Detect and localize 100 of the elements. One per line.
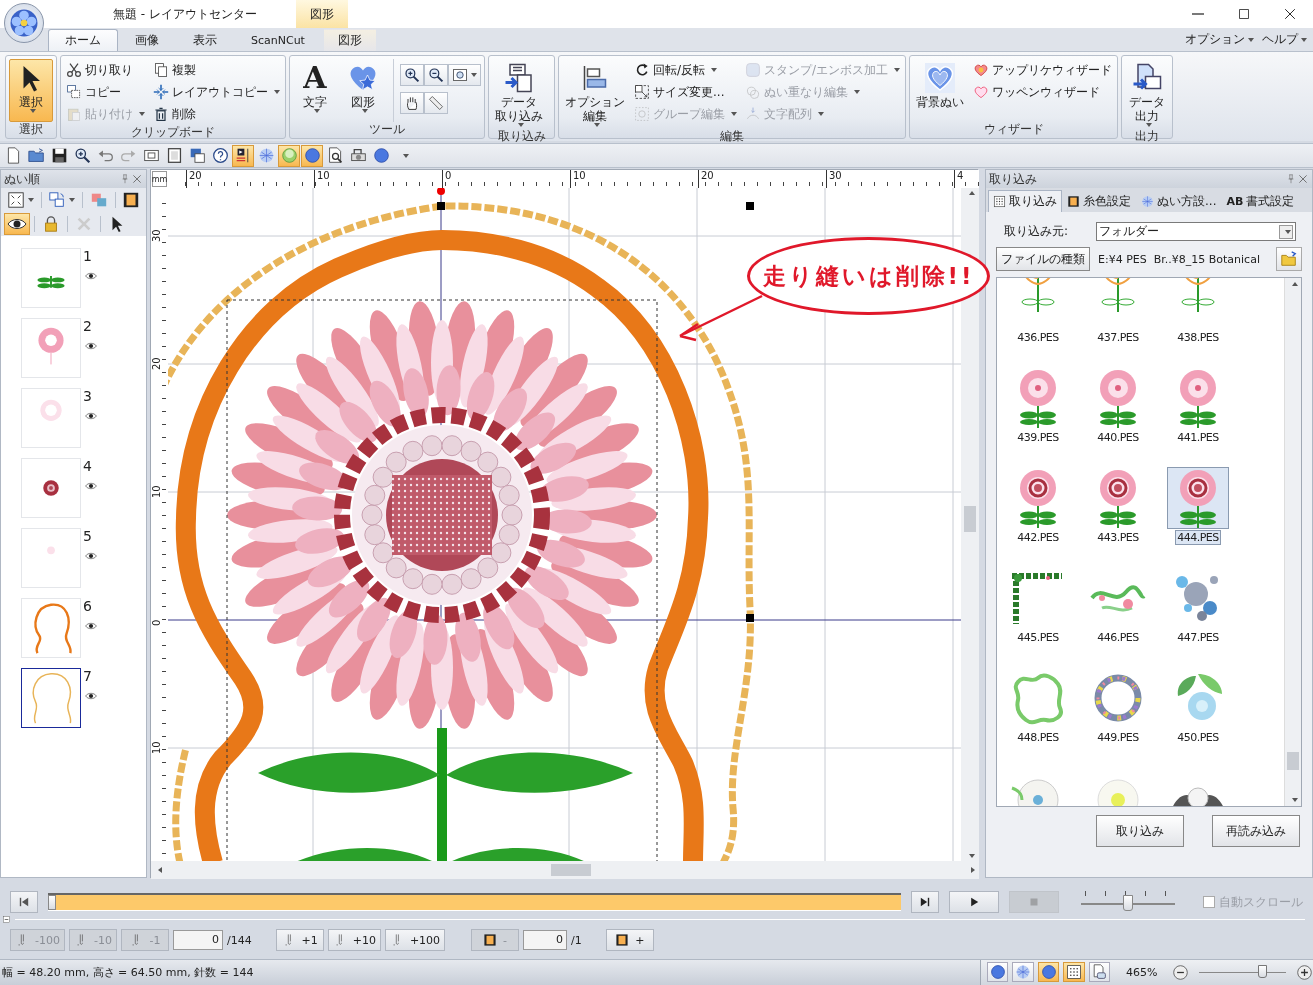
tool-button[interactable] (424, 64, 448, 87)
file-name[interactable]: 437.PES (1095, 330, 1141, 346)
group-label: 編集 (719, 129, 745, 145)
slider-thumb[interactable] (1123, 895, 1133, 912)
ribbon-button[interactable]: アップリケウィザード (971, 59, 1115, 82)
color-count-field[interactable]: 0 (523, 930, 568, 951)
ribbon-button[interactable]: 複製 (151, 59, 282, 82)
file-name[interactable]: 449.PES (1095, 730, 1141, 746)
ribbon-tab[interactable]: 表示 (176, 29, 234, 52)
file-type-button[interactable]: ファイルの種類 (996, 247, 1090, 272)
progress-thumb[interactable] (48, 895, 56, 911)
caret-icon (1284, 229, 1291, 234)
group-label: ウィザード (982, 122, 1045, 139)
file-name[interactable]: 443.PES (1095, 530, 1141, 546)
play-button[interactable] (949, 891, 999, 914)
pattern-icon (257, 147, 275, 165)
tool-button[interactable] (400, 92, 424, 115)
step-button[interactable]: +100 (384, 929, 446, 952)
ribbon-button[interactable]: コピー (64, 81, 147, 104)
menu-button[interactable]: ヘルプ (1262, 31, 1307, 49)
file-name[interactable]: 450.PES (1175, 730, 1221, 746)
panel-button[interactable]: 再読み込み (1212, 815, 1300, 848)
end-button[interactable] (911, 891, 939, 914)
file-name[interactable]: 445.PES (1015, 630, 1061, 646)
spool-icon (483, 933, 498, 948)
ribbon-button[interactable]: 図形 (341, 59, 385, 123)
panel-tab[interactable]: 取り込み (988, 190, 1062, 213)
document-arrow-icon (504, 63, 534, 94)
toolbar-button[interactable] (4, 213, 30, 236)
ribbon-button[interactable]: 背景ぬい (913, 59, 968, 123)
panel-button[interactable]: 取り込み (1096, 815, 1184, 848)
ribbon-tab[interactable]: 図形 (323, 29, 376, 52)
view-button[interactable] (1088, 962, 1111, 983)
panel-tab[interactable]: 糸色設定 (1062, 190, 1136, 213)
caret-icon (593, 123, 600, 128)
ribbon-button[interactable]: 削除 (151, 103, 282, 126)
resize-handle[interactable] (746, 614, 754, 623)
file-name[interactable]: 446.PES (1095, 630, 1141, 646)
folder-path: E:¥4 PES Br..¥8_15 Botanical (1098, 252, 1261, 266)
fit-icon (7, 191, 25, 210)
file-name[interactable]: 447.PES (1175, 630, 1221, 646)
tool-button[interactable] (448, 64, 481, 87)
resize-handle[interactable] (437, 202, 445, 211)
ruler-label: 10 (314, 170, 330, 189)
ribbon-button[interactable]: サイズ変更... (632, 81, 739, 104)
view-button[interactable] (1037, 962, 1060, 983)
start-button[interactable] (10, 891, 38, 914)
ribbon-button[interactable]: データ 取り込み (492, 59, 546, 130)
view-button[interactable] (987, 962, 1009, 983)
browse-button[interactable] (1276, 247, 1302, 272)
file-name[interactable]: 444.PES (1175, 530, 1221, 546)
menu-button[interactable]: オプション (1185, 31, 1254, 49)
maximize-icon (1236, 6, 1252, 22)
folder-icon (1280, 250, 1298, 269)
resize-icon (634, 84, 650, 101)
view-button[interactable] (1012, 962, 1034, 983)
panel-tab[interactable]: ぬい方設... (1136, 190, 1222, 213)
ribbon-button[interactable]: A 文字 (293, 59, 337, 123)
slider-thumb[interactable] (1257, 965, 1267, 979)
file-name[interactable]: 440.PES (1095, 430, 1141, 446)
spool-icon (122, 191, 140, 210)
step-button[interactable]: +1 (275, 929, 324, 952)
zoom-out-button[interactable] (1171, 963, 1189, 981)
zoom-in-button[interactable] (1296, 963, 1313, 981)
ribbon-button[interactable]: 回転/反転 (632, 59, 739, 82)
file-name[interactable]: 442.PES (1015, 530, 1061, 546)
rotation-handle[interactable] (437, 188, 445, 196)
step-button[interactable]: +10 (327, 929, 381, 952)
file-name[interactable]: 436.PES (1015, 330, 1061, 346)
ribbon-tab[interactable]: 画像 (118, 29, 176, 52)
view-button[interactable] (1063, 962, 1085, 983)
file-name[interactable]: 439.PES (1015, 430, 1061, 446)
resize-handle[interactable] (746, 202, 754, 211)
ribbon-button[interactable]: オプション 編集 (562, 59, 628, 130)
file-name[interactable]: 448.PES (1015, 730, 1061, 746)
tool-button[interactable] (400, 64, 424, 87)
save-icon (50, 147, 68, 165)
stitch-count-field[interactable]: 0 (172, 930, 223, 951)
ribbon-button[interactable]: 選択 (9, 59, 53, 123)
ribbon-button[interactable]: レイアウトコピー (151, 81, 282, 104)
source-dropdown[interactable]: フォルダー (1096, 222, 1296, 242)
trash-icon (153, 106, 169, 123)
toolbar-button[interactable] (232, 144, 254, 167)
layer-thumbnail[interactable] (21, 668, 81, 729)
caret-icon (28, 198, 34, 203)
ribbon-button[interactable]: データ 出力 (1125, 59, 1170, 130)
file-name[interactable]: 438.PES (1175, 330, 1221, 346)
ribbon-button[interactable]: ワッペンウィザード (971, 81, 1115, 104)
ribbon-tab[interactable]: ScanNCut (234, 29, 322, 52)
caret-icon (1248, 37, 1254, 42)
vertical-scrollbar[interactable] (1284, 278, 1301, 807)
step-button[interactable]: + (605, 929, 654, 952)
horizontal-scrollbar[interactable] (151, 861, 979, 880)
ribbon-tab[interactable]: ホーム (48, 29, 118, 52)
progress-track[interactable] (48, 893, 901, 912)
design-thumbnail[interactable] (1168, 468, 1228, 529)
panel-tab[interactable]: AB 書式設定 (1221, 190, 1300, 213)
file-name[interactable]: 441.PES (1175, 430, 1221, 446)
app-menu-button[interactable] (4, 3, 44, 43)
ribbon-button[interactable]: 切り取り (64, 59, 147, 82)
